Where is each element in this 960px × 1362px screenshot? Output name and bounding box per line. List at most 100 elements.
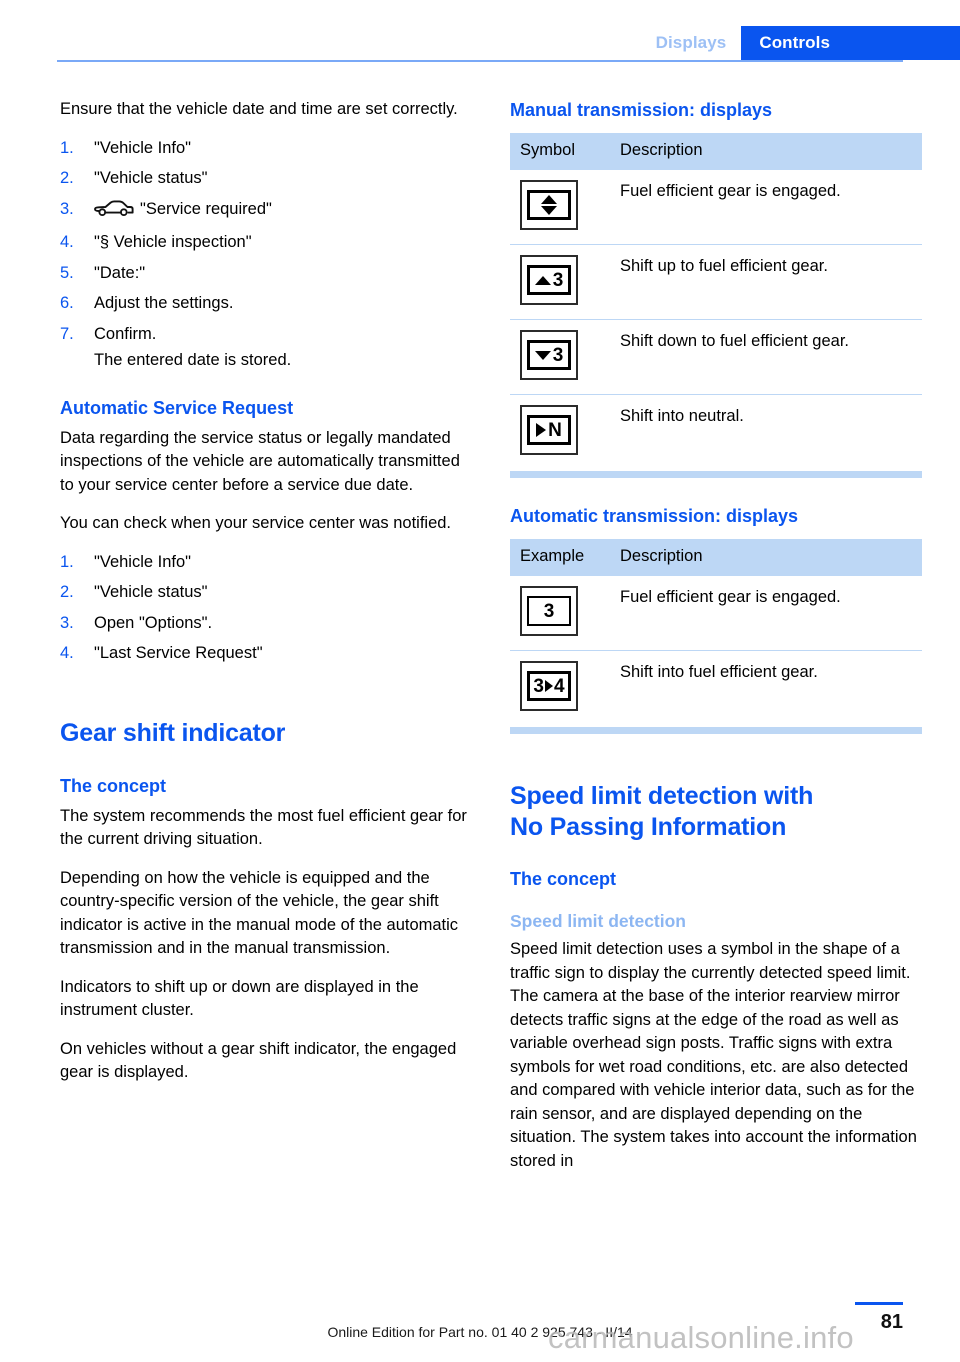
triangle-right-icon: [545, 680, 553, 692]
row-description: Fuel efficient gear is engaged.: [620, 588, 841, 606]
row-description: Shift down to fuel efficient gear.: [610, 319, 922, 395]
step-number: 2.: [60, 583, 74, 601]
table-header-row: Example Description: [510, 539, 922, 576]
gear-shift-paragraph-1: The system recommends the most fuel effi…: [60, 806, 467, 849]
row-description: Shift into neutral.: [610, 394, 922, 469]
date-steps-note: The entered date is stored.: [94, 351, 292, 369]
list-item: 2. "Vehicle status": [60, 167, 470, 191]
tab-displays[interactable]: Displays: [640, 26, 742, 60]
table-row: 3 Shift down to fuel efficient gear.: [510, 319, 922, 395]
table-row: 3 Shift up to fuel efficient gear.: [510, 244, 922, 320]
column-header-description: Description: [610, 539, 922, 576]
list-item: 1. "Vehicle Info": [60, 137, 470, 161]
date-steps-list: 1. "Vehicle Info" 2. "Vehicle status" 3.…: [60, 137, 470, 347]
page-header: Displays Controls: [0, 0, 960, 62]
list-item: 2. "Vehicle status": [60, 581, 470, 605]
arrow-down-3-cluster-icon: 3: [520, 330, 578, 380]
arrow-right-n-cluster-icon: N: [520, 405, 578, 455]
gear-number-from: 3: [533, 675, 544, 697]
right-column: Manual transmission: displays Symbol Des…: [510, 98, 922, 1188]
list-item: 3. Open "Options".: [60, 612, 470, 636]
tab-controls[interactable]: Controls: [741, 26, 960, 60]
list-item: 1. "Vehicle Info": [60, 551, 470, 575]
step-number: 1.: [60, 552, 74, 571]
table-row: N Shift into neutral.: [510, 394, 922, 469]
gear-shift-paragraph-4: On vehicles without a gear shift indicat…: [60, 1039, 457, 1082]
table-bottom-bar: [510, 471, 922, 478]
header-tabs: Displays Controls: [640, 26, 960, 60]
gear-number: 3: [552, 269, 564, 291]
gear-number: 3: [552, 344, 564, 366]
column-header-description: Description: [610, 133, 922, 170]
step-text: "Vehicle Info": [94, 552, 192, 571]
speed-limit-paragraph-1: Speed limit detection uses a symbol in t…: [510, 940, 917, 1170]
speed-limit-concept-heading: The concept: [510, 869, 617, 889]
triangle-down-icon: [534, 350, 551, 360]
table-header-row: Symbol Description: [510, 133, 922, 170]
neutral-letter: N: [548, 419, 562, 441]
header-divider: [57, 60, 903, 62]
step-number: 3.: [60, 199, 74, 218]
step-number: 3.: [60, 613, 74, 632]
step-text: "§ Vehicle inspection": [94, 233, 252, 251]
gear-3-cluster-icon: 3: [520, 586, 578, 636]
service-request-paragraph-1: Data regarding the service status or leg…: [60, 428, 460, 494]
triangle-up-icon: [534, 275, 551, 285]
gear-shift-concept-heading: The concept: [60, 775, 167, 796]
step-text: "Vehicle status": [94, 169, 208, 187]
up-down-arrows-cluster-icon: [520, 180, 578, 230]
step-text: "Vehicle Info": [94, 138, 192, 157]
step-text: "Vehicle status": [94, 583, 208, 601]
step-text: Confirm.: [94, 324, 157, 343]
arrow-up-3-cluster-icon: 3: [520, 255, 578, 305]
row-description: Shift into fuel efficient gear.: [610, 650, 922, 725]
gear-shift-paragraph-2: Depending on how the vehicle is equipped…: [60, 868, 459, 958]
speed-limit-detection-heading-line-2: No Passing Information: [510, 813, 787, 841]
step-number: 2.: [60, 169, 74, 187]
step-number: 4.: [60, 233, 74, 251]
speed-limit-detection-heading-line-1: Speed limit detection with: [510, 782, 814, 810]
step-text: Open "Options".: [94, 613, 213, 632]
automatic-transmission-heading: Automatic transmission: displays: [510, 506, 799, 526]
step-number: 6.: [60, 294, 74, 312]
list-item: 4. "§ Vehicle inspection": [60, 231, 470, 255]
step-text: "Date:": [94, 263, 146, 282]
gear-shift-indicator-heading: Gear shift indicator: [60, 718, 286, 747]
step-number: 1.: [60, 138, 74, 157]
intro-paragraph: Ensure that the vehicle date and time ar…: [60, 100, 458, 118]
step-number: 4.: [60, 644, 74, 662]
column-header-example: Example: [510, 539, 610, 576]
row-description: Shift up to fuel efficient gear.: [610, 244, 922, 320]
speed-limit-detection-subheading: Speed limit detection: [510, 911, 686, 931]
car-icon: [94, 199, 134, 225]
row-description: Fuel efficient gear is engaged.: [620, 182, 841, 200]
list-item: 3. "Service required": [60, 198, 470, 225]
left-column: Ensure that the vehicle date and time ar…: [60, 98, 470, 1100]
page-number-rule: [855, 1302, 903, 1305]
edition-text: Online Edition for Part no. 01 40 2 925 …: [327, 1324, 633, 1340]
triangle-up-icon: [541, 195, 557, 204]
table-row: 3 4 Shift into fuel efficient gear.: [510, 650, 922, 725]
step-number: 7.: [60, 324, 74, 343]
manual-transmission-heading: Manual transmission: displays: [510, 100, 773, 120]
table-bottom-bar: [510, 727, 922, 734]
tab-displays-label: Displays: [655, 33, 727, 52]
step-text: Adjust the settings.: [94, 294, 234, 312]
automatic-service-request-heading: Automatic Service Request: [60, 397, 294, 418]
step-text: "Last Service Request": [94, 644, 263, 662]
list-item: 4. "Last Service Request": [60, 642, 470, 666]
tab-controls-label: Controls: [759, 33, 830, 52]
manual-transmission-table: Symbol Description Fuel efficient gear i…: [510, 133, 922, 469]
step-number: 5.: [60, 263, 74, 282]
automatic-transmission-table: Example Description 3 Fuel efficient gea…: [510, 539, 922, 725]
page-footer: 81 Online Edition for Part no. 01 40 2 9…: [0, 1292, 960, 1362]
service-request-steps-list: 1. "Vehicle Info" 2. "Vehicle status" 3.…: [60, 551, 470, 666]
column-header-symbol: Symbol: [510, 133, 610, 170]
list-item: 6. Adjust the settings.: [60, 292, 470, 316]
service-request-paragraph-2: You can check when your service center w…: [60, 514, 452, 532]
gear-shift-paragraph-3: Indicators to shift up or down are displ…: [60, 977, 419, 1020]
table-row: 3 Fuel efficient gear is engaged.: [510, 576, 922, 651]
gear-number-to: 4: [554, 675, 565, 697]
list-item: 5. "Date:": [60, 262, 470, 286]
triangle-right-icon: [536, 423, 547, 437]
